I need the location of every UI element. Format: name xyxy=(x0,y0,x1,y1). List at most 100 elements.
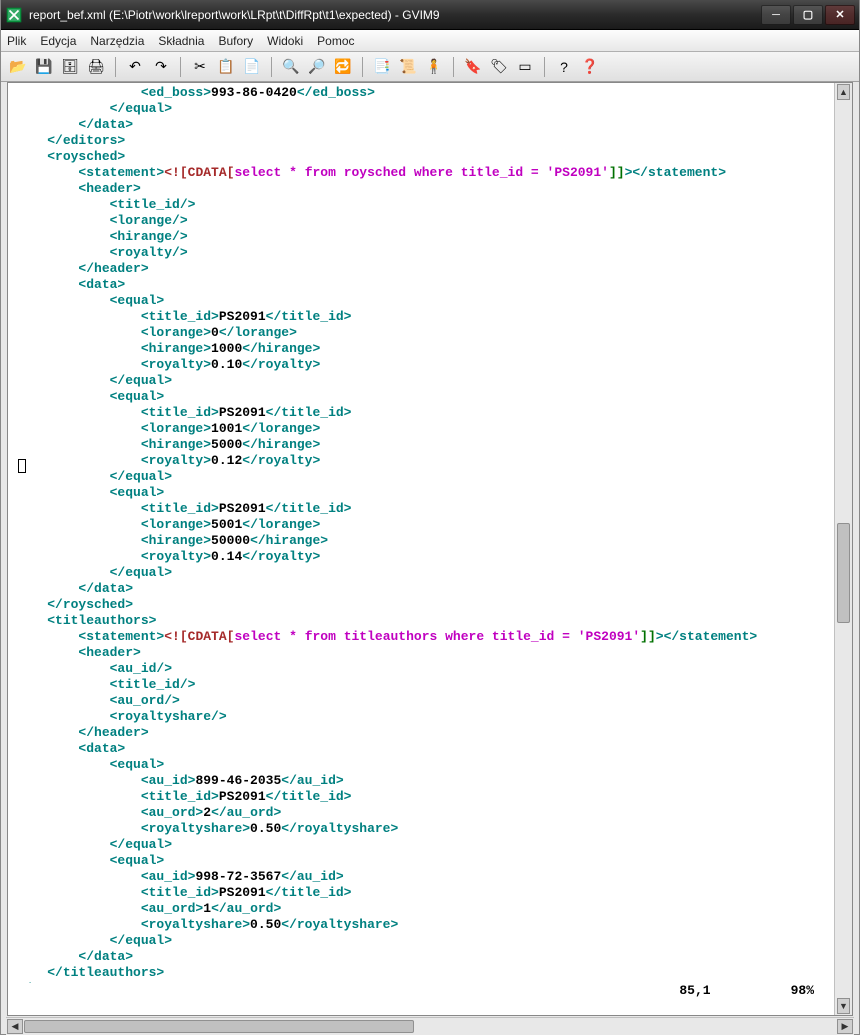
code-line[interactable]: <hirange/> xyxy=(8,229,834,245)
code-line[interactable]: <lorange>1001</lorange> xyxy=(8,421,834,437)
code-line[interactable]: <title_id/> xyxy=(8,677,834,693)
code-line[interactable]: <equal> xyxy=(8,853,834,869)
scroll-right-icon[interactable]: ▶ xyxy=(837,1019,853,1034)
code-line[interactable]: <equal> xyxy=(8,757,834,773)
code-line[interactable]: <royalty>0.14</royalty> xyxy=(8,549,834,565)
cursor-indicator xyxy=(18,459,26,473)
code-line[interactable]: <equal> xyxy=(8,389,834,405)
code-line[interactable]: <equal> xyxy=(8,293,834,309)
code-line[interactable]: </equal> xyxy=(8,373,834,389)
code-line[interactable]: <au_id/> xyxy=(8,661,834,677)
code-line[interactable]: </data> xyxy=(8,117,834,133)
open-icon[interactable]: 📂 xyxy=(7,56,29,78)
code-line[interactable]: <au_id>899-46-2035</au_id> xyxy=(8,773,834,789)
scroll-down-icon[interactable]: ▼ xyxy=(837,998,850,1014)
close-button[interactable]: ✕ xyxy=(825,5,855,25)
code-line[interactable]: <data> xyxy=(8,741,834,757)
savesession-icon[interactable]: 📜 xyxy=(397,56,419,78)
menu-buffers[interactable]: Bufory xyxy=(218,34,253,48)
findnext-icon[interactable]: 🔎 xyxy=(306,56,328,78)
code-line[interactable]: <royalty>0.12</royalty> xyxy=(8,453,834,469)
menu-views[interactable]: Widoki xyxy=(267,34,303,48)
code-line[interactable]: <title_id>PS2091</title_id> xyxy=(8,309,834,325)
tagjump-icon[interactable]: ▭ xyxy=(514,56,536,78)
scroll-thumb[interactable] xyxy=(837,523,850,623)
code-editor[interactable]: <ed_boss>993-86-0420</ed_boss> </equal> … xyxy=(8,83,834,1015)
menu-file[interactable]: Plik xyxy=(7,34,26,48)
code-line[interactable]: </header> xyxy=(8,725,834,741)
horizontal-scrollbar[interactable]: ◀ ▶ xyxy=(6,1017,854,1035)
code-line[interactable]: </equal> xyxy=(8,101,834,117)
menu-edit[interactable]: Edycja xyxy=(40,34,76,48)
code-line[interactable]: <lorange>0</lorange> xyxy=(8,325,834,341)
minimize-button[interactable]: ─ xyxy=(761,5,791,25)
saveall-icon[interactable]: 🗄 xyxy=(59,56,81,78)
menu-syntax[interactable]: Składnia xyxy=(158,34,204,48)
code-line[interactable]: <hirange>5000</hirange> xyxy=(8,437,834,453)
code-line[interactable]: </titleauthors> xyxy=(8,965,834,981)
code-line[interactable]: <titleauthors> xyxy=(8,613,834,629)
tool-sep xyxy=(271,57,272,77)
find-icon[interactable]: 🔍 xyxy=(280,56,302,78)
code-line[interactable]: <ed_boss>993-86-0420</ed_boss> xyxy=(8,85,834,101)
code-line[interactable]: <au_ord>2</au_ord> xyxy=(8,805,834,821)
tagsgen-icon[interactable]: 🏷 xyxy=(488,56,510,78)
code-line[interactable]: </header> xyxy=(8,261,834,277)
cut-icon[interactable]: ✂ xyxy=(189,56,211,78)
code-line[interactable]: <au_id>998-72-3567</au_id> xyxy=(8,869,834,885)
code-line[interactable]: <statement><![CDATA[select * from roysch… xyxy=(8,165,834,181)
code-line[interactable]: <au_ord/> xyxy=(8,693,834,709)
code-line[interactable]: <royaltyshare>0.50</royaltyshare> xyxy=(8,917,834,933)
menu-tools[interactable]: Narzędzia xyxy=(90,34,144,48)
code-line[interactable]: <header> xyxy=(8,181,834,197)
code-line[interactable]: <title_id>PS2091</title_id> xyxy=(8,885,834,901)
code-line[interactable]: </equal> xyxy=(8,837,834,853)
code-line[interactable]: <equal> xyxy=(8,485,834,501)
save-icon[interactable]: 💾 xyxy=(33,56,55,78)
titlebar[interactable]: report_bef.xml (E:\Piotr\work\lreport\wo… xyxy=(1,0,859,30)
code-line[interactable]: </data> xyxy=(8,581,834,597)
code-line[interactable]: </equal> xyxy=(8,565,834,581)
code-line[interactable]: <lorange/> xyxy=(8,213,834,229)
scroll-left-icon[interactable]: ◀ xyxy=(7,1019,23,1034)
vertical-scrollbar[interactable]: ▲ ▼ xyxy=(834,83,852,1015)
code-line[interactable]: <hirange>1000</hirange> xyxy=(8,341,834,357)
cursor-position: 85,1 xyxy=(679,983,710,999)
code-line[interactable]: <royalty>0.10</royalty> xyxy=(8,357,834,373)
code-line[interactable]: <header> xyxy=(8,645,834,661)
hscroll-thumb[interactable] xyxy=(24,1020,414,1033)
code-line[interactable]: <au_ord>1</au_ord> xyxy=(8,901,834,917)
code-line[interactable]: <statement><![CDATA[select * from titlea… xyxy=(8,629,834,645)
undo-icon[interactable]: ↶ xyxy=(124,56,146,78)
replace-icon[interactable]: 🔁 xyxy=(332,56,354,78)
code-line[interactable]: <lorange>5001</lorange> xyxy=(8,517,834,533)
code-line[interactable]: </equal> xyxy=(8,933,834,949)
runscript-icon[interactable]: 🧍 xyxy=(423,56,445,78)
paste-icon[interactable]: 📄 xyxy=(241,56,263,78)
code-line[interactable]: <title_id>PS2091</title_id> xyxy=(8,405,834,421)
code-line[interactable]: <data> xyxy=(8,277,834,293)
loadsession-icon[interactable]: 📑 xyxy=(371,56,393,78)
copy-icon[interactable]: 📋 xyxy=(215,56,237,78)
scroll-up-icon[interactable]: ▲ xyxy=(837,84,850,100)
make-icon[interactable]: 🔖 xyxy=(462,56,484,78)
code-line[interactable]: <title_id>PS2091</title_id> xyxy=(8,789,834,805)
maximize-button[interactable]: ▢ xyxy=(793,5,823,25)
code-line[interactable]: <royaltyshare>0.50</royaltyshare> xyxy=(8,821,834,837)
tool-sep xyxy=(115,57,116,77)
menu-help[interactable]: Pomoc xyxy=(317,34,354,48)
code-line[interactable]: <title_id>PS2091</title_id> xyxy=(8,501,834,517)
redo-icon[interactable]: ↷ xyxy=(150,56,172,78)
code-line[interactable]: </roysched> xyxy=(8,597,834,613)
code-line[interactable]: </equal> xyxy=(8,469,834,485)
code-line[interactable]: <royaltyshare/> xyxy=(8,709,834,725)
code-line[interactable]: <title_id/> xyxy=(8,197,834,213)
print-icon[interactable]: 🖨 xyxy=(85,56,107,78)
findhelp-icon[interactable]: ❓ xyxy=(579,56,601,78)
help-icon[interactable]: ? xyxy=(553,56,575,78)
code-line[interactable]: <royalty/> xyxy=(8,245,834,261)
code-line[interactable]: </data> xyxy=(8,949,834,965)
code-line[interactable]: <hirange>50000</hirange> xyxy=(8,533,834,549)
code-line[interactable]: <roysched> xyxy=(8,149,834,165)
code-line[interactable]: </editors> xyxy=(8,133,834,149)
